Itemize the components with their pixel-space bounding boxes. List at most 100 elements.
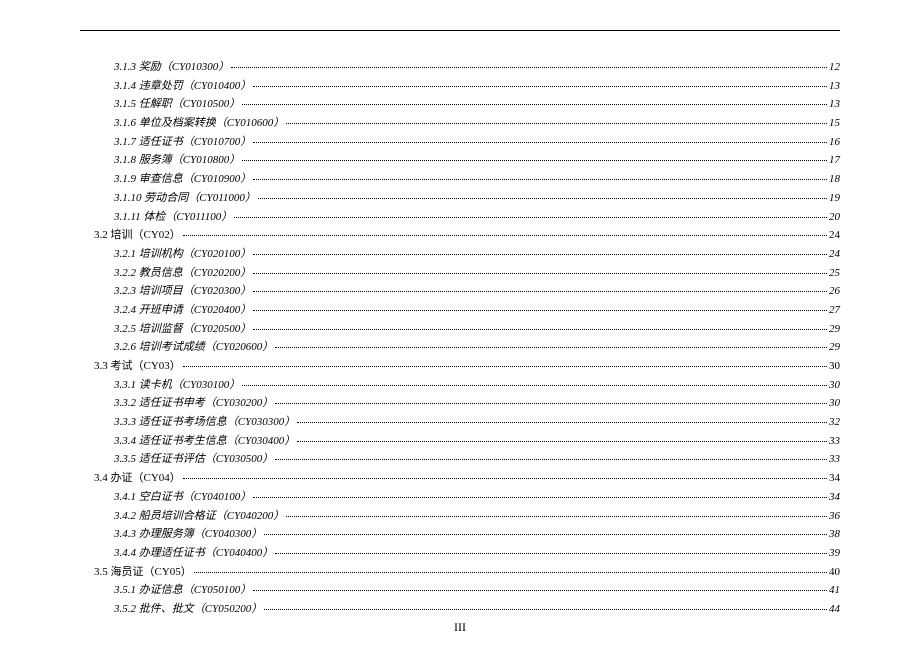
toc-entry-label: 3.5.1 办证信息（CY050100） [114, 583, 251, 598]
toc-entry-page: 12 [829, 60, 840, 75]
toc-entry: 3.3.3 适任证书考场信息（CY030300） 32 [80, 414, 840, 430]
toc-leader-dots [253, 171, 827, 182]
toc-entry: 3.1.5 任解职（CY010500）13 [80, 96, 840, 112]
toc-entry-label: 3.3.5 适任证书评估（CY030500） [114, 452, 273, 467]
toc-leader-dots [242, 377, 827, 388]
toc-leader-dots [253, 78, 827, 89]
toc-entry-page: 32 [829, 415, 840, 430]
toc-entry: 3.4.1 空白证书（CY040100）34 [80, 489, 840, 505]
toc-entry-page: 36 [829, 509, 840, 524]
toc-entry-page: 15 [829, 116, 840, 131]
toc-entry-label: 3.2.2 教员信息（CY020200） [114, 266, 251, 281]
toc-entry: 3.3.5 适任证书评估（CY030500） 33 [80, 451, 840, 467]
toc-entry-label: 3.5 海员证（CY05） [94, 565, 192, 580]
toc-leader-dots [258, 190, 827, 201]
toc-leader-dots [253, 283, 827, 294]
toc-entry: 3.4.4 办理适任证书（CY040400）39 [80, 545, 840, 561]
toc-entry-label: 3.2.6 培训考试成绩（CY020600） [114, 340, 273, 355]
toc-entry-label: 3.1.8 服务簿（CY010800） [114, 153, 240, 168]
toc-entry-page: 33 [829, 452, 840, 467]
toc-entry: 3.2.2 教员信息（CY020200） 25 [80, 265, 840, 281]
toc-entry-page: 17 [829, 153, 840, 168]
toc-leader-dots [275, 545, 827, 556]
toc-leader-dots [275, 339, 827, 350]
toc-entry: 3.2.1 培训机构（CY020100）24 [80, 246, 840, 262]
toc-entry: 3.1.9 审查信息（CY010900） 18 [80, 171, 840, 187]
toc-entry-page: 34 [829, 471, 840, 486]
toc-entry-label: 3.3.1 读卡机（CY030100） [114, 378, 240, 393]
toc-entry-page: 38 [829, 527, 840, 542]
toc-entry: 3.1.4 违章处罚（CY010400） 13 [80, 78, 840, 94]
toc-leader-dots [253, 265, 827, 276]
toc-entry: 3.2 培训（CY02）24 [80, 227, 840, 243]
toc-entry: 3.3.4 适任证书考生信息（CY030400）33 [80, 433, 840, 449]
toc-entry-label: 3.1.7 适任证书（CY010700） [114, 135, 251, 150]
toc-entry-page: 16 [829, 135, 840, 150]
toc-entry-label: 3.1.9 审查信息（CY010900） [114, 172, 251, 187]
toc-entry-label: 3.1.4 违章处罚（CY010400） [114, 79, 251, 94]
toc-entry-label: 3.1.3 奖励（CY010300） [114, 60, 229, 75]
toc-entry-page: 13 [829, 79, 840, 94]
toc-entry-label: 3.4.2 船员培训合格证（CY040200） [114, 509, 284, 524]
toc-entry-label: 3.1.5 任解职（CY010500） [114, 97, 240, 112]
toc-entry-page: 29 [829, 322, 840, 337]
toc-leader-dots [253, 246, 827, 257]
toc-leader-dots [275, 395, 827, 406]
toc-entry: 3.4.2 船员培训合格证（CY040200） 36 [80, 508, 840, 524]
toc-entry: 3.1.11 体检（CY011100） 20 [80, 209, 840, 225]
toc-entry-label: 3.4.4 办理适任证书（CY040400） [114, 546, 273, 561]
toc-leader-dots [264, 601, 827, 612]
toc-entry-label: 3.2.4 开班申请（CY020400） [114, 303, 251, 318]
toc-leader-dots [183, 470, 827, 481]
toc-leader-dots [297, 414, 827, 425]
toc-entry-page: 44 [829, 602, 840, 617]
toc-entry-label: 3.2 培训（CY02） [94, 228, 181, 243]
toc-entry: 3.1.6 单位及档案转换（CY010600）15 [80, 115, 840, 131]
toc-entry: 3.4 办证（CY04）34 [80, 470, 840, 486]
toc-leader-dots [253, 582, 827, 593]
toc-entry: 3.2.3 培训项目（CY020300） 26 [80, 283, 840, 299]
toc-entry-label: 3.1.11 体检（CY011100） [114, 210, 232, 225]
toc-entry-label: 3.2.1 培训机构（CY020100） [114, 247, 251, 262]
toc-entry: 3.5.2 批件、批文（CY050200） 44 [80, 601, 840, 617]
toc-entry-page: 29 [829, 340, 840, 355]
page-number-footer: III [0, 620, 920, 635]
toc-leader-dots [297, 433, 827, 444]
toc-entry-page: 18 [829, 172, 840, 187]
toc-entry-label: 3.4.3 办理服务簿（CY040300） [114, 527, 262, 542]
toc-entry-page: 41 [829, 583, 840, 598]
toc-entry: 3.1.10 劳动合同（CY011000） 19 [80, 190, 840, 206]
toc-entry-label: 3.5.2 批件、批文（CY050200） [114, 602, 262, 617]
toc-leader-dots [231, 59, 827, 70]
toc-entry-page: 34 [829, 490, 840, 505]
toc-entry-label: 3.1.10 劳动合同（CY011000） [114, 191, 256, 206]
toc-entry-page: 19 [829, 191, 840, 206]
toc-entry-label: 3.2.3 培训项目（CY020300） [114, 284, 251, 299]
toc-entry: 3.2.4 开班申请（CY020400） 27 [80, 302, 840, 318]
toc-leader-dots [253, 489, 827, 500]
toc-entry-page: 30 [829, 396, 840, 411]
toc-entry: 3.5 海员证（CY05）40 [80, 564, 840, 580]
toc-entry-label: 3.3.2 适任证书申考（CY030200） [114, 396, 273, 411]
toc-entry-page: 26 [829, 284, 840, 299]
toc-entry-page: 27 [829, 303, 840, 318]
toc-leader-dots [264, 526, 827, 537]
page-root: 3.1.3 奖励（CY010300） 12 3.1.4 违章处罚（CY010400）… [0, 0, 920, 651]
toc-entry: 3.3.1 读卡机（CY030100）30 [80, 377, 840, 393]
toc-entry: 3.4.3 办理服务簿（CY040300） 38 [80, 526, 840, 542]
toc-entry-label: 3.3.3 适任证书考场信息（CY030300） [114, 415, 295, 430]
toc-leader-dots [275, 451, 827, 462]
toc-entry-page: 20 [829, 210, 840, 225]
toc-leader-dots [253, 321, 827, 332]
toc-leader-dots [253, 302, 827, 313]
toc-entry: 3.1.7 适任证书（CY010700） 16 [80, 134, 840, 150]
toc-entry: 3.1.3 奖励（CY010300） 12 [80, 59, 840, 75]
toc-entry-page: 30 [829, 359, 840, 374]
toc-leader-dots [242, 96, 827, 107]
toc-entry-page: 25 [829, 266, 840, 281]
toc-entry: 3.2.5 培训监督（CY020500）29 [80, 321, 840, 337]
toc-entry: 3.3 考试（CY03）30 [80, 358, 840, 374]
toc-leader-dots [253, 134, 827, 145]
header-divider [80, 30, 840, 31]
toc-leader-dots [286, 508, 827, 519]
